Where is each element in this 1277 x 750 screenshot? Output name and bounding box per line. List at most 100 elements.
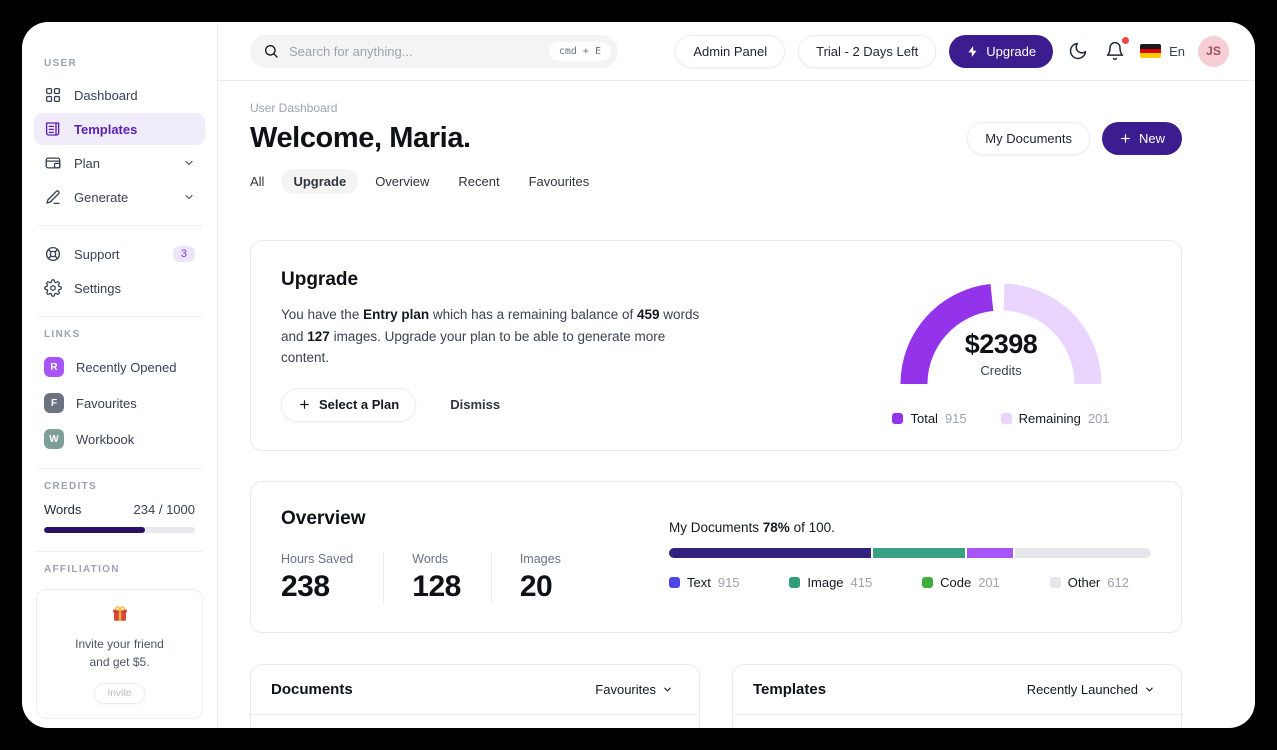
german-flag-icon[interactable] <box>1140 44 1162 58</box>
credits-label: Words <box>44 502 82 517</box>
letter-badge: W <box>44 429 64 449</box>
credits-gauge: $2398 Credits Total 915 Remaining 201 <box>881 269 1121 426</box>
tab-all[interactable]: All <box>238 169 276 194</box>
tab-favourites[interactable]: Favourites <box>517 169 602 194</box>
chevron-down-icon <box>183 191 195 203</box>
letter-badge: R <box>44 357 64 377</box>
legend-item-code: Code 201 <box>922 575 1000 590</box>
chevron-down-icon <box>183 157 195 169</box>
lifebuoy-icon <box>44 245 62 263</box>
sidebar-item-templates[interactable]: Templates <box>34 113 205 145</box>
documents-progress-bar <box>669 548 1151 558</box>
credits-amount: $2398 <box>964 329 1038 359</box>
upgrade-card-text: You have the Entry plan which has a rema… <box>281 307 700 366</box>
sidebar-item-label: Support <box>74 246 120 262</box>
sidebar-item-plan[interactable]: Plan <box>34 147 205 179</box>
divider <box>36 225 203 226</box>
header-actions: My Documents New <box>967 122 1182 155</box>
topbar: cmd + E Admin Panel Trial - 2 Days Left … <box>218 22 1255 81</box>
overview-card: Overview Hours Saved 238 Words 128 Image… <box>250 481 1182 633</box>
upgrade-button[interactable]: Upgrade <box>949 34 1054 68</box>
gauge-center-text: $2398 Credits <box>886 329 1116 378</box>
documents-filter-dropdown[interactable]: Favourites <box>589 681 679 698</box>
sidebar-item-label: Generate <box>74 189 129 205</box>
legend-item-remaining: Remaining 201 <box>1000 411 1110 426</box>
admin-panel-button[interactable]: Admin Panel <box>675 34 786 68</box>
new-button[interactable]: New <box>1101 122 1182 155</box>
progress-segment-other <box>1014 548 1151 558</box>
notification-dot <box>1122 37 1130 44</box>
tab-recent[interactable]: Recent <box>446 169 511 194</box>
bottom-cards: Documents Favourites Untitled Document i… <box>250 664 1182 728</box>
letter-badge: F <box>44 393 64 413</box>
words-progress-bar <box>44 527 195 533</box>
upgrade-card-body: Upgrade You have the Entry plan which ha… <box>281 269 713 422</box>
lightning-icon <box>966 45 979 58</box>
sidebar-link-favourites[interactable]: F Favourites <box>34 386 205 420</box>
sidebar-section-affiliation: AFFILIATION <box>44 564 120 575</box>
credits-gauge-chart: $2398 Credits <box>886 269 1116 399</box>
templates-filter-dropdown[interactable]: Recently Launched <box>1021 681 1161 698</box>
search-icon <box>263 43 279 59</box>
sidebar-item-settings[interactable]: Settings <box>34 272 205 304</box>
affiliation-card: Invite your friend and get $5. Invite <box>36 589 203 719</box>
sidebar-item-generate[interactable]: Generate <box>34 181 205 213</box>
legend-swatch <box>922 577 934 588</box>
template-list-item[interactable]: Blog Post Title in Workbook <box>733 715 1181 728</box>
bell-icon <box>1105 41 1125 61</box>
progress-segment-image <box>873 548 966 558</box>
pencil-icon <box>44 188 62 206</box>
legend-swatch <box>1000 413 1012 424</box>
documents-progress-legend: Text 915 Image 415 Code 201 Other 612 <box>669 575 1129 590</box>
chevron-down-icon <box>662 684 673 695</box>
upgrade-card-actions: Select a Plan Dismiss <box>281 387 713 422</box>
tab-overview[interactable]: Overview <box>363 169 441 194</box>
select-plan-button[interactable]: Select a Plan <box>281 387 417 422</box>
user-avatar[interactable]: JS <box>1198 35 1229 67</box>
search-input[interactable] <box>287 42 541 60</box>
support-count-badge: 3 <box>172 246 195 262</box>
sidebar-link-label: Recently Opened <box>76 359 177 375</box>
documents-card-title: Documents <box>271 681 353 698</box>
documents-card: Documents Favourites Untitled Document i… <box>250 664 700 728</box>
topbar-actions: Admin Panel Trial - 2 Days Left Upgrade <box>675 34 1229 68</box>
wallet-icon <box>44 154 62 172</box>
sidebar-section-credits: CREDITS <box>44 481 97 492</box>
tab-upgrade[interactable]: Upgrade <box>281 169 359 194</box>
plus-icon <box>298 398 311 411</box>
stat-words: Words 128 <box>383 552 491 604</box>
document-list-item[interactable]: Untitled Document in Workbook <box>251 715 699 728</box>
sidebar-link-workbook[interactable]: W Workbook <box>34 422 205 456</box>
language-label[interactable]: En <box>1169 44 1185 59</box>
main-area: cmd + E Admin Panel Trial - 2 Days Left … <box>218 22 1255 728</box>
legend-swatch <box>789 577 801 588</box>
plus-icon <box>1119 132 1132 145</box>
my-documents-button[interactable]: My Documents <box>967 122 1090 155</box>
words-progress-fill <box>44 527 146 533</box>
notifications-button[interactable] <box>1103 37 1130 63</box>
sidebar-item-dashboard[interactable]: Dashboard <box>34 79 205 111</box>
upgrade-card-title: Upgrade <box>281 269 359 290</box>
moon-icon <box>1068 41 1088 61</box>
divider <box>36 468 203 469</box>
sidebar-item-support[interactable]: Support 3 <box>34 238 205 270</box>
templates-card-header: Templates Recently Launched <box>733 665 1181 715</box>
overview-card-title: Overview <box>281 508 366 529</box>
search-bar[interactable]: cmd + E <box>250 34 618 68</box>
dismiss-button[interactable]: Dismiss <box>444 396 506 413</box>
sidebar-section-links: LINKS <box>44 329 81 340</box>
legend-swatch <box>669 577 680 588</box>
search-shortcut-badge: cmd + E <box>548 41 611 61</box>
progress-segment-text <box>669 548 872 558</box>
legend-swatch <box>1049 577 1061 588</box>
divider <box>36 551 203 552</box>
legend-item-other: Other 612 <box>1049 575 1129 590</box>
sidebar-link-recently-opened[interactable]: R Recently Opened <box>34 350 205 384</box>
legend-item-total: Total 915 <box>892 411 967 426</box>
invite-button[interactable]: Invite <box>93 683 146 704</box>
templates-card: Templates Recently Launched Blog Post Ti… <box>732 664 1182 728</box>
trial-button[interactable]: Trial - 2 Days Left <box>798 34 937 68</box>
dashboard-content: User Dashboard Welcome, Maria. My Docume… <box>218 81 1255 728</box>
dark-mode-toggle[interactable] <box>1066 39 1090 63</box>
gauge-legend: Total 915 Remaining 201 <box>881 411 1121 426</box>
